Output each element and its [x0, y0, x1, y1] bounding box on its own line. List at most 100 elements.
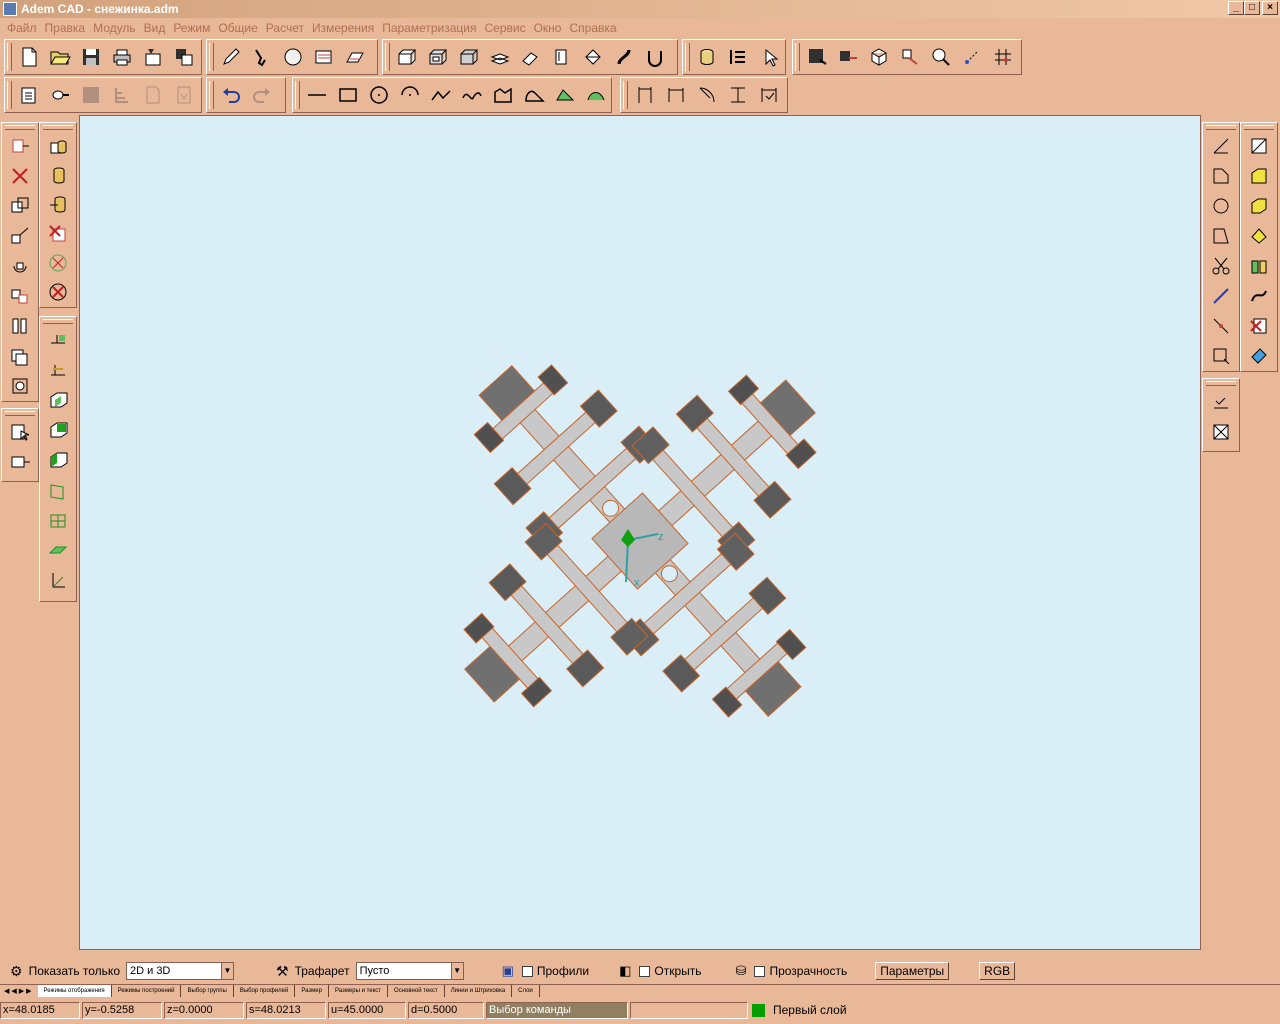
plane-slice-button[interactable]	[43, 535, 73, 565]
page-button[interactable]	[137, 80, 168, 110]
shell-button[interactable]	[453, 42, 484, 72]
save-view-button[interactable]	[801, 42, 832, 72]
remove-body-button[interactable]	[43, 219, 73, 248]
dim-aligned-button[interactable]	[660, 80, 691, 110]
mirror-button[interactable]	[5, 281, 35, 311]
profile-tool-button[interactable]	[518, 80, 549, 110]
pen-tool-button[interactable]	[215, 42, 246, 72]
save-copy-button[interactable]	[75, 80, 106, 110]
tab-build-modes[interactable]: Режимы построений	[112, 985, 182, 997]
tab-dimensions-text[interactable]: Размеры и текст	[329, 985, 389, 997]
snap-point-button[interactable]	[956, 42, 987, 72]
open-file-button[interactable]	[44, 42, 75, 72]
arc-tool-button[interactable]	[394, 80, 425, 110]
menu-view[interactable]: Вид	[140, 21, 170, 35]
drawing-canvas[interactable]: z x	[79, 115, 1201, 950]
new-file-button[interactable]	[13, 42, 44, 72]
pocket-button[interactable]	[639, 42, 670, 72]
print-button[interactable]	[106, 42, 137, 72]
extrude-button[interactable]	[391, 42, 422, 72]
triangle-tool-button[interactable]	[1206, 221, 1236, 251]
menu-help[interactable]: Справка	[565, 21, 620, 35]
sweep-button[interactable]	[608, 42, 639, 72]
fill-box-button[interactable]	[1244, 191, 1274, 221]
section-button[interactable]	[722, 42, 753, 72]
render-button[interactable]	[832, 42, 863, 72]
transform-move-button[interactable]	[5, 131, 35, 161]
template-button[interactable]	[168, 80, 199, 110]
trim-button[interactable]	[1206, 251, 1236, 281]
tab-profile-select[interactable]: Выбор профилей	[234, 985, 296, 997]
copy-button[interactable]	[5, 191, 35, 221]
rotate-view-button[interactable]	[894, 42, 925, 72]
link-button[interactable]	[44, 80, 75, 110]
union-button[interactable]	[43, 131, 73, 160]
chevron-down-icon[interactable]: ▼	[450, 963, 463, 979]
chamfer-button[interactable]	[577, 42, 608, 72]
tab-nav-arrows[interactable]: ◀◀▶▶	[0, 987, 38, 995]
status-layer[interactable]: Первый слой	[773, 1003, 847, 1017]
rotate-button[interactable]	[5, 251, 35, 281]
circle-tool-button[interactable]	[363, 80, 394, 110]
plane-grid-button[interactable]	[43, 505, 73, 535]
angle-tool-button[interactable]	[1206, 131, 1236, 161]
plane-button[interactable]	[339, 42, 370, 72]
menu-general[interactable]: Общие	[214, 21, 261, 35]
redo-button[interactable]	[246, 80, 277, 110]
tab-main-text[interactable]: Основной текст	[388, 985, 445, 997]
workplane-button[interactable]	[43, 325, 73, 355]
menu-measure[interactable]: Измерения	[308, 21, 378, 35]
open-checkbox[interactable]	[639, 965, 651, 977]
chevron-down-icon[interactable]: ▼	[221, 963, 233, 979]
tab-size[interactable]: Размер	[295, 985, 329, 997]
save-button[interactable]	[75, 42, 106, 72]
menu-module[interactable]: Модуль	[89, 21, 140, 35]
plane-side-button[interactable]	[43, 415, 73, 445]
extend-button[interactable]	[1206, 281, 1236, 311]
cut-body-button[interactable]	[422, 42, 453, 72]
menu-param[interactable]: Параметризация	[378, 21, 480, 35]
wrench-button[interactable]	[246, 42, 277, 72]
fill-face-button[interactable]	[1244, 161, 1274, 191]
curve-face-button[interactable]	[1244, 281, 1274, 311]
tree-button[interactable]	[106, 80, 137, 110]
menu-edit[interactable]: Правка	[41, 21, 90, 35]
sphere-button[interactable]	[277, 42, 308, 72]
hole-button[interactable]	[43, 248, 73, 277]
zoom-button[interactable]	[925, 42, 956, 72]
plane-front-button[interactable]	[43, 385, 73, 415]
rgb-button[interactable]: RGB	[979, 962, 1016, 980]
dim-linear-button[interactable]	[629, 80, 660, 110]
layers-button[interactable]	[484, 42, 515, 72]
align-button[interactable]	[5, 371, 35, 401]
menu-file[interactable]: Файл	[3, 21, 41, 35]
spline-tool-button[interactable]	[456, 80, 487, 110]
region-button[interactable]	[580, 80, 611, 110]
paint-button[interactable]	[1244, 341, 1274, 371]
dim-vertical-button[interactable]	[722, 80, 753, 110]
maximize-button[interactable]: □	[1244, 1, 1260, 15]
menu-service[interactable]: Сервис	[481, 21, 530, 35]
dim-radius-button[interactable]	[691, 80, 722, 110]
cube-view-button[interactable]	[863, 42, 894, 72]
intersect-button[interactable]	[43, 190, 73, 219]
delete-button[interactable]	[5, 161, 35, 191]
export-button[interactable]	[168, 42, 199, 72]
undo-button[interactable]	[215, 80, 246, 110]
select-move-button[interactable]	[5, 447, 35, 477]
profiles-checkbox[interactable]	[521, 965, 533, 977]
offset-button[interactable]	[5, 341, 35, 371]
plane-top-button[interactable]	[43, 445, 73, 475]
remove-hole-button[interactable]	[43, 278, 73, 307]
select-group-button[interactable]	[5, 417, 35, 447]
round-tool-button[interactable]	[1206, 191, 1236, 221]
break-button[interactable]	[1206, 311, 1236, 341]
array-button[interactable]	[5, 311, 35, 341]
cylinder-button[interactable]	[691, 42, 722, 72]
workplane-2-button[interactable]	[43, 355, 73, 385]
apply-button[interactable]	[1206, 387, 1236, 417]
properties-button[interactable]	[13, 80, 44, 110]
hatch-fill-button[interactable]	[549, 80, 580, 110]
scale-button[interactable]	[5, 221, 35, 251]
contour-tool-button[interactable]	[487, 80, 518, 110]
